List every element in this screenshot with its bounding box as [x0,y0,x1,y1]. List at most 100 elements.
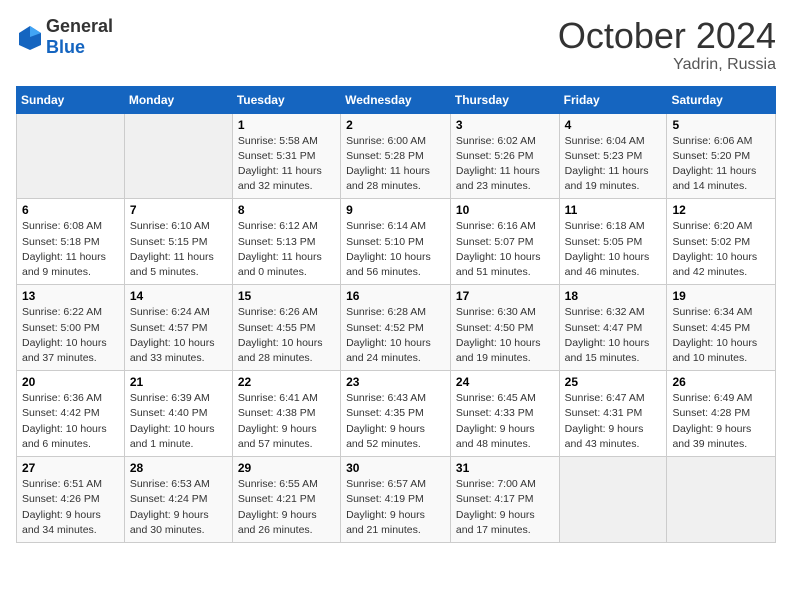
day-info: Sunrise: 6:53 AMSunset: 4:24 PMDaylight:… [130,477,227,538]
day-number: 25 [565,375,662,389]
day-info: Sunrise: 6:24 AMSunset: 4:57 PMDaylight:… [130,305,227,366]
calendar-day-cell: 1 Sunrise: 5:58 AMSunset: 5:31 PMDaylight… [232,113,340,199]
day-number: 4 [565,118,662,132]
day-info: Sunrise: 6:45 AMSunset: 4:33 PMDaylight:… [456,391,554,452]
logo-blue-text: Blue [46,37,85,57]
day-info: Sunrise: 6:22 AMSunset: 5:00 PMDaylight:… [22,305,119,366]
page-header: General Blue October 2024 Yadrin, Russia [16,16,776,74]
calendar-day-cell: 23 Sunrise: 6:43 AMSunset: 4:35 PMDayligh… [341,371,451,457]
calendar-day-cell: 21 Sunrise: 6:39 AMSunset: 4:40 PMDayligh… [124,371,232,457]
calendar-day-cell: 10 Sunrise: 6:16 AMSunset: 5:07 PMDayligh… [450,199,559,285]
day-number: 27 [22,461,119,475]
calendar-day-cell: 9 Sunrise: 6:14 AMSunset: 5:10 PMDaylight… [341,199,451,285]
calendar-day-cell: 2Sunrise: 6:00 AMSunset: 5:28 PMDaylight… [341,113,451,199]
calendar-day-cell: 31Sunrise: 7:00 AMSunset: 4:17 PMDayligh… [450,457,559,543]
calendar-day-cell: 22Sunrise: 6:41 AMSunset: 4:38 PMDayligh… [232,371,340,457]
day-number: 12 [672,203,770,217]
calendar-week-row: 20 Sunrise: 6:36 AMSunset: 4:42 PMDayligh… [17,371,776,457]
day-info: Sunrise: 6:02 AMSunset: 5:26 PMDaylight:… [456,134,554,195]
calendar-day-cell: 8 Sunrise: 6:12 AMSunset: 5:13 PMDaylight… [232,199,340,285]
calendar-day-cell: 24 Sunrise: 6:45 AMSunset: 4:33 PMDayligh… [450,371,559,457]
day-info: Sunrise: 6:43 AMSunset: 4:35 PMDaylight:… [346,391,445,452]
day-info: Sunrise: 6:51 AMSunset: 4:26 PMDaylight:… [22,477,119,538]
day-number: 9 [346,203,445,217]
calendar-day-cell: 20 Sunrise: 6:36 AMSunset: 4:42 PMDayligh… [17,371,125,457]
day-info: Sunrise: 6:41 AMSunset: 4:38 PMDaylight:… [238,391,335,452]
calendar-week-row: 13 Sunrise: 6:22 AMSunset: 5:00 PMDayligh… [17,285,776,371]
calendar-day-cell: 14 Sunrise: 6:24 AMSunset: 4:57 PMDayligh… [124,285,232,371]
day-info: Sunrise: 6:00 AMSunset: 5:28 PMDaylight:… [346,134,445,195]
day-info: Sunrise: 6:57 AMSunset: 4:19 PMDaylight:… [346,477,445,538]
day-info: Sunrise: 6:14 AMSunset: 5:10 PMDaylight:… [346,219,445,280]
day-info: Sunrise: 6:04 AMSunset: 5:23 PMDaylight:… [565,134,662,195]
day-info: Sunrise: 6:20 AMSunset: 5:02 PMDaylight:… [672,219,770,280]
day-info: Sunrise: 5:58 AMSunset: 5:31 PMDaylight:… [238,134,335,195]
day-number: 14 [130,289,227,303]
day-number: 29 [238,461,335,475]
day-number: 28 [130,461,227,475]
day-number: 20 [22,375,119,389]
day-number: 19 [672,289,770,303]
calendar-day-cell: 12 Sunrise: 6:20 AMSunset: 5:02 PMDayligh… [667,199,776,285]
day-number: 13 [22,289,119,303]
day-info: Sunrise: 6:16 AMSunset: 5:07 PMDaylight:… [456,219,554,280]
weekday-header-cell: Monday [124,86,232,113]
day-info: Sunrise: 6:26 AMSunset: 4:55 PMDaylight:… [238,305,335,366]
calendar-day-cell: 17Sunrise: 6:30 AMSunset: 4:50 PMDayligh… [450,285,559,371]
day-number: 30 [346,461,445,475]
day-info: Sunrise: 6:36 AMSunset: 4:42 PMDaylight:… [22,391,119,452]
day-number: 8 [238,203,335,217]
day-number: 7 [130,203,227,217]
calendar-day-cell: 4 Sunrise: 6:04 AMSunset: 5:23 PMDaylight… [559,113,667,199]
calendar-day-cell: 18Sunrise: 6:32 AMSunset: 4:47 PMDayligh… [559,285,667,371]
day-number: 10 [456,203,554,217]
calendar-day-cell: 7 Sunrise: 6:10 AMSunset: 5:15 PMDaylight… [124,199,232,285]
day-number: 5 [672,118,770,132]
weekday-header-cell: Thursday [450,86,559,113]
day-number: 24 [456,375,554,389]
calendar-day-cell: 26Sunrise: 6:49 AMSunset: 4:28 PMDayligh… [667,371,776,457]
calendar-day-cell: 29Sunrise: 6:55 AMSunset: 4:21 PMDayligh… [232,457,340,543]
day-info: Sunrise: 7:00 AMSunset: 4:17 PMDaylight:… [456,477,554,538]
calendar-week-row: 6Sunrise: 6:08 AMSunset: 5:18 PMDaylight… [17,199,776,285]
calendar-day-cell: 16 Sunrise: 6:28 AMSunset: 4:52 PMDayligh… [341,285,451,371]
day-info: Sunrise: 6:39 AMSunset: 4:40 PMDaylight:… [130,391,227,452]
day-number: 21 [130,375,227,389]
calendar-day-cell: 13 Sunrise: 6:22 AMSunset: 5:00 PMDayligh… [17,285,125,371]
weekday-header-cell: Saturday [667,86,776,113]
day-info: Sunrise: 6:08 AMSunset: 5:18 PMDaylight:… [22,219,119,280]
weekday-header-cell: Wednesday [341,86,451,113]
calendar-day-cell [17,113,125,199]
location-title: Yadrin, Russia [558,56,776,74]
calendar-day-cell: 6Sunrise: 6:08 AMSunset: 5:18 PMDaylight… [17,199,125,285]
logo: General Blue [16,16,113,58]
calendar-week-row: 27 Sunrise: 6:51 AMSunset: 4:26 PMDayligh… [17,457,776,543]
day-info: Sunrise: 6:12 AMSunset: 5:13 PMDaylight:… [238,219,335,280]
weekday-header-cell: Tuesday [232,86,340,113]
day-number: 23 [346,375,445,389]
day-info: Sunrise: 6:06 AMSunset: 5:20 PMDaylight:… [672,134,770,195]
day-info: Sunrise: 6:28 AMSunset: 4:52 PMDaylight:… [346,305,445,366]
calendar-day-cell: 19Sunrise: 6:34 AMSunset: 4:45 PMDayligh… [667,285,776,371]
calendar-body: 1 Sunrise: 5:58 AMSunset: 5:31 PMDaylight… [17,113,776,542]
calendar-day-cell [124,113,232,199]
day-info: Sunrise: 6:10 AMSunset: 5:15 PMDaylight:… [130,219,227,280]
weekday-header-row: SundayMondayTuesdayWednesdayThursdayFrid… [17,86,776,113]
day-number: 1 [238,118,335,132]
calendar-day-cell [667,457,776,543]
calendar-day-cell: 11Sunrise: 6:18 AMSunset: 5:05 PMDayligh… [559,199,667,285]
calendar-day-cell: 28 Sunrise: 6:53 AMSunset: 4:24 PMDayligh… [124,457,232,543]
calendar-day-cell [559,457,667,543]
day-number: 15 [238,289,335,303]
day-number: 16 [346,289,445,303]
day-number: 17 [456,289,554,303]
calendar-day-cell: 15 Sunrise: 6:26 AMSunset: 4:55 PMDayligh… [232,285,340,371]
day-info: Sunrise: 6:32 AMSunset: 4:47 PMDaylight:… [565,305,662,366]
title-block: October 2024 Yadrin, Russia [558,16,776,74]
calendar-day-cell: 3Sunrise: 6:02 AMSunset: 5:26 PMDaylight… [450,113,559,199]
day-info: Sunrise: 6:18 AMSunset: 5:05 PMDaylight:… [565,219,662,280]
weekday-header-cell: Sunday [17,86,125,113]
logo-icon [16,23,44,51]
month-title: October 2024 [558,16,776,56]
calendar-table: SundayMondayTuesdayWednesdayThursdayFrid… [16,86,776,543]
